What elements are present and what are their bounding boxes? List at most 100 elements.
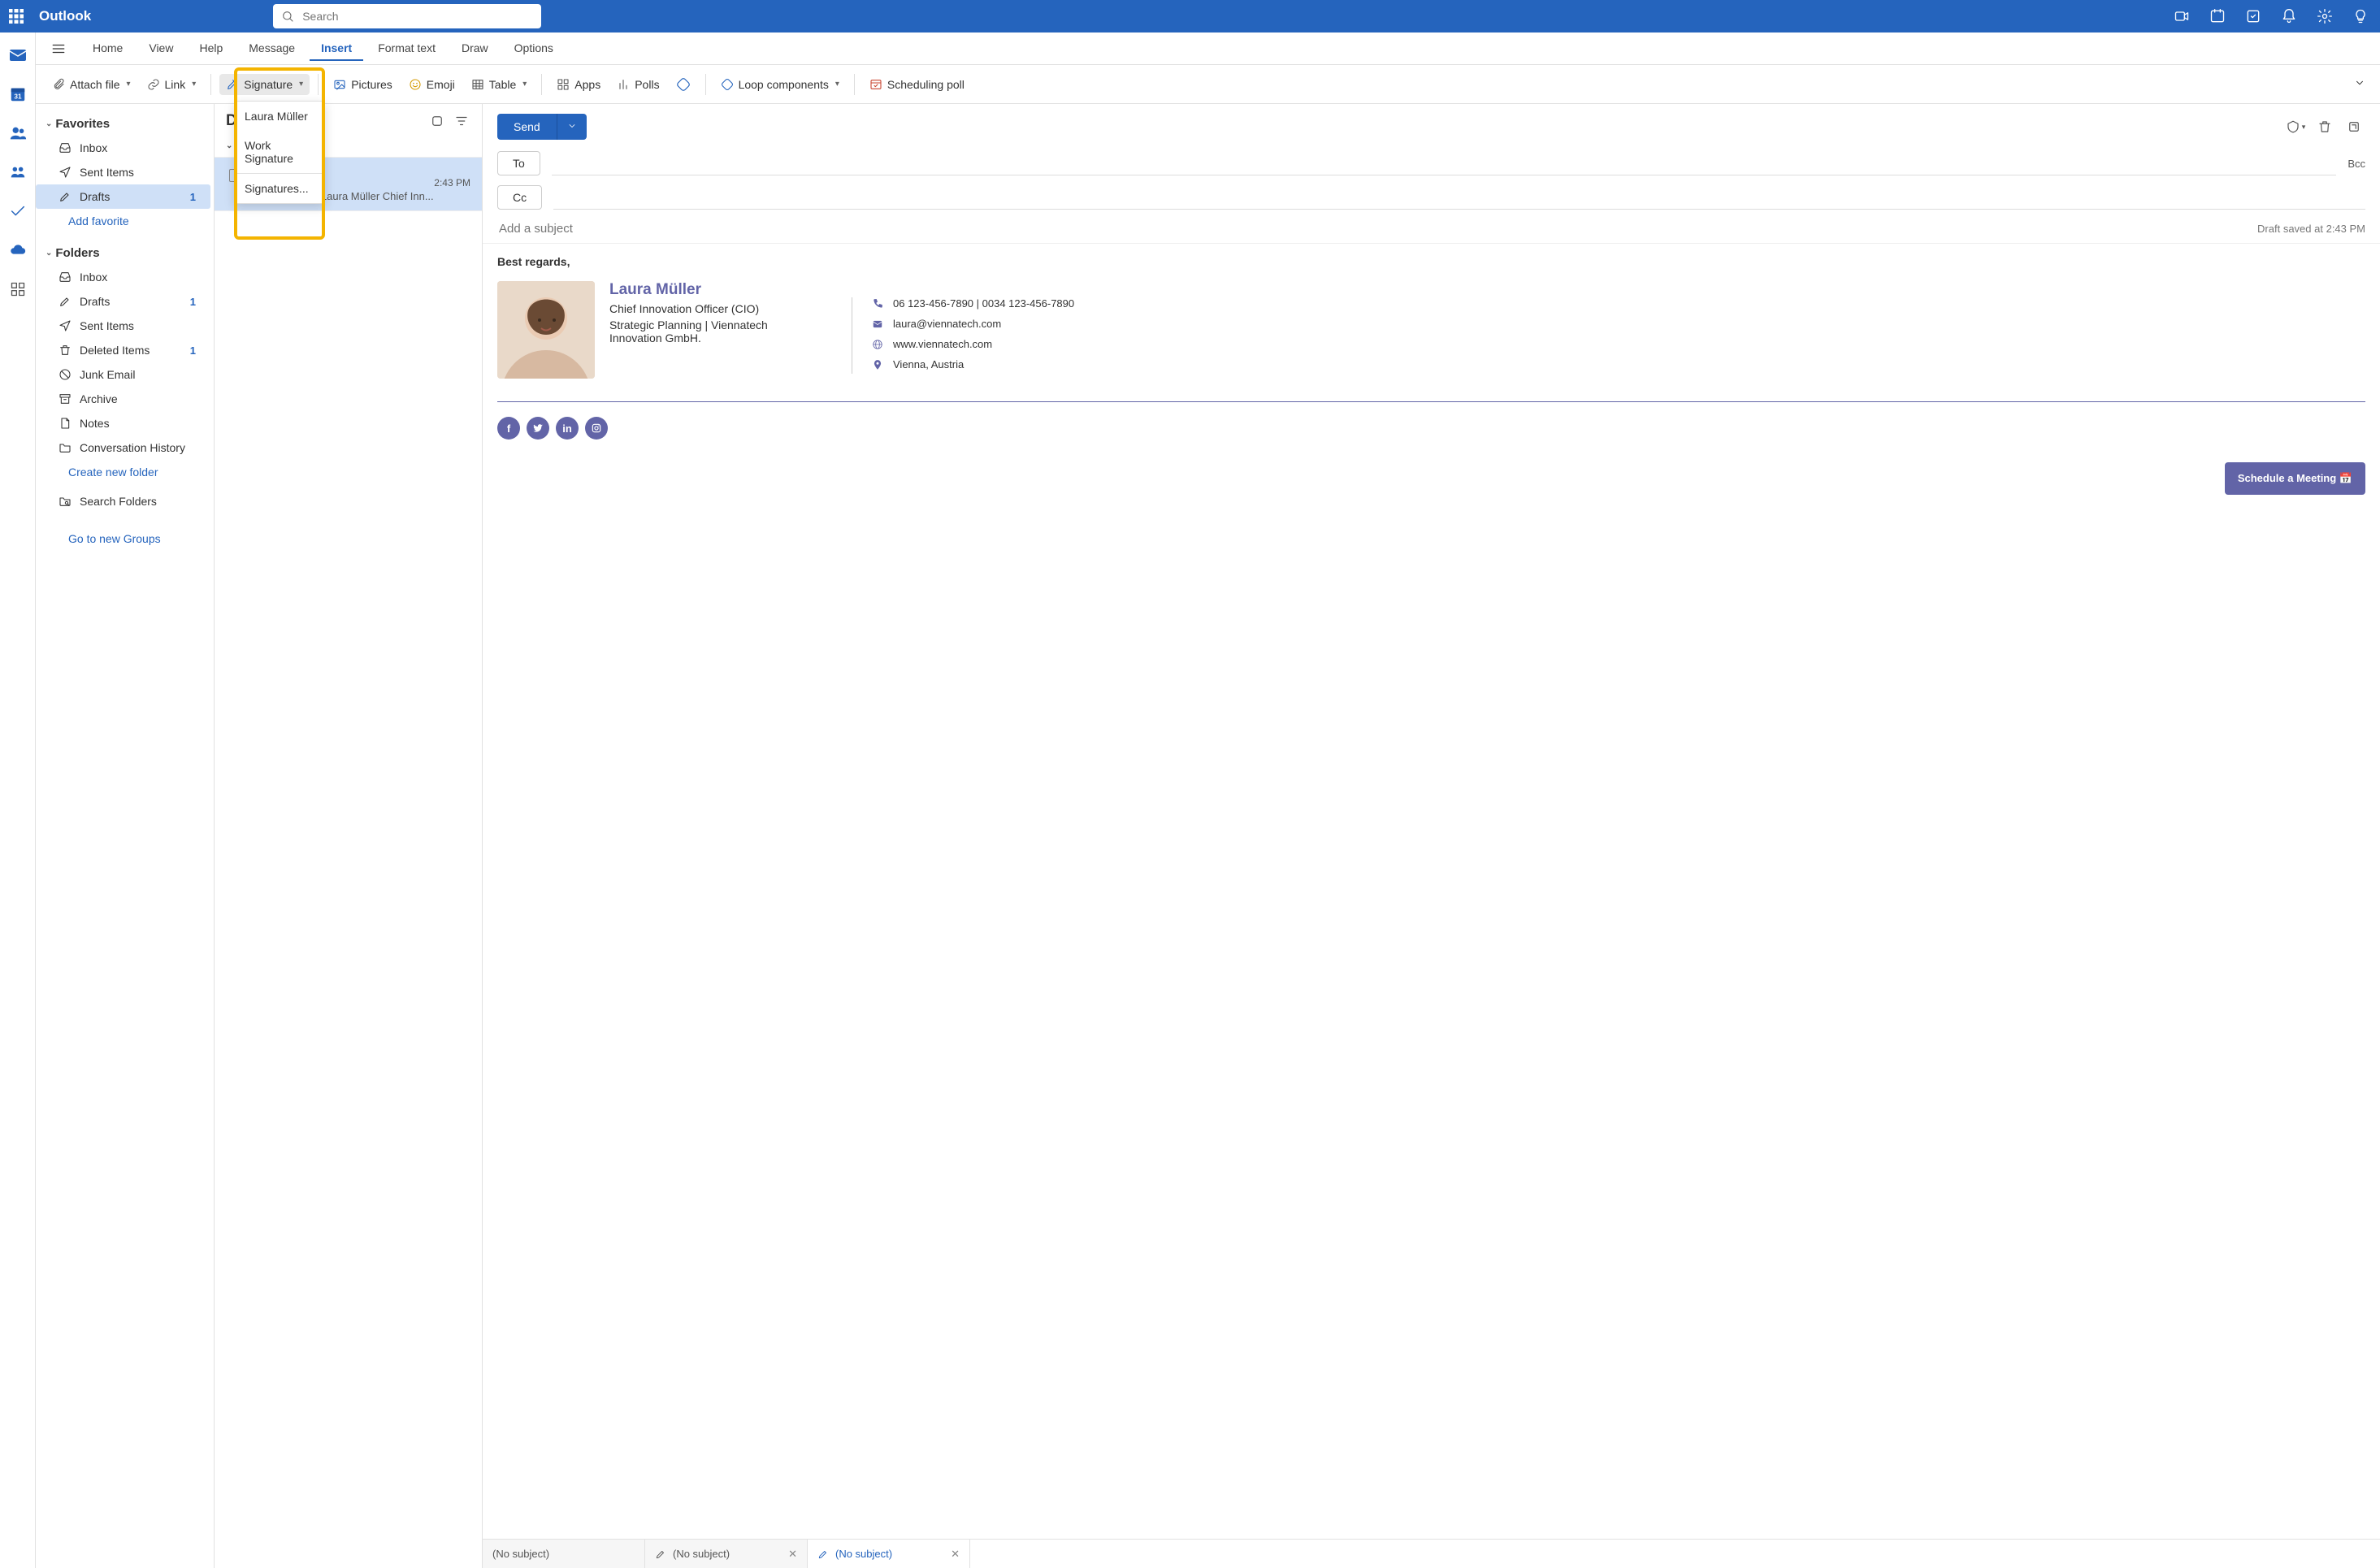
teams-call-icon[interactable] <box>2165 0 2198 32</box>
tab-help[interactable]: Help <box>188 37 234 61</box>
loop-icon-button[interactable] <box>670 73 697 96</box>
draft-tab-1[interactable]: (No subject) <box>483 1540 645 1568</box>
bcc-link[interactable]: Bcc <box>2347 158 2365 170</box>
tab-insert[interactable]: Insert <box>310 37 363 61</box>
folder-search-folders[interactable]: Search Folders <box>36 489 210 513</box>
delete-draft-icon[interactable] <box>2313 115 2336 138</box>
my-day-icon[interactable] <box>2237 0 2269 32</box>
hamburger-icon[interactable] <box>46 36 72 62</box>
to-input[interactable] <box>552 152 2337 175</box>
meet-now-icon[interactable] <box>2201 0 2234 32</box>
signature-email: laura@viennatech.com <box>893 318 1001 330</box>
loop-components-button[interactable]: Loop components▾ <box>714 74 846 95</box>
tab-home[interactable]: Home <box>81 37 134 61</box>
globe-icon <box>872 339 885 352</box>
attach-file-button[interactable]: Attach file▾ <box>46 74 137 95</box>
onedrive-app-icon[interactable] <box>8 240 28 260</box>
linkedin-icon[interactable]: in <box>556 417 579 440</box>
signature-manage-option[interactable]: Signatures... <box>235 174 324 203</box>
send-options-button[interactable] <box>557 114 587 140</box>
signature-option-1[interactable]: Laura Müller <box>235 102 324 131</box>
draft-tab-2[interactable]: (No subject) ✕ <box>645 1540 808 1568</box>
schedule-meeting-button[interactable]: Schedule a Meeting 📅 <box>2225 462 2365 495</box>
to-button[interactable]: To <box>497 151 540 175</box>
notes-icon <box>59 417 72 430</box>
signature-location: Vienna, Austria <box>893 358 964 370</box>
fav-inbox[interactable]: Inbox <box>36 136 210 160</box>
fav-drafts[interactable]: Drafts 1 <box>36 184 210 209</box>
signature-option-2[interactable]: Work Signature <box>235 131 324 173</box>
cc-button[interactable]: Cc <box>497 185 542 210</box>
phone-icon <box>872 298 885 311</box>
encryption-icon[interactable]: ▾ <box>2284 115 2307 138</box>
tab-draw[interactable]: Draw <box>450 37 500 61</box>
draft-tabs: (No subject) (No subject) ✕ (No subject)… <box>483 1539 2380 1568</box>
inbox-icon <box>59 141 72 154</box>
favorites-header[interactable]: ⌄Favorites <box>36 112 210 136</box>
email-signature: Laura Müller Chief Innovation Officer (C… <box>497 281 2365 379</box>
folder-inbox[interactable]: Inbox <box>36 265 210 289</box>
ribbon-collapse-icon[interactable] <box>2349 72 2370 96</box>
select-all-icon[interactable] <box>428 112 446 130</box>
greeting-text: Best regards, <box>497 255 2365 268</box>
social-icons: f in <box>497 417 2365 440</box>
folder-sent-items[interactable]: Sent Items <box>36 314 210 338</box>
folder-drafts[interactable]: Drafts 1 <box>36 289 210 314</box>
send-button[interactable]: Send <box>497 114 557 140</box>
app-launcher-icon[interactable] <box>3 3 29 29</box>
create-folder-link[interactable]: Create new folder <box>36 460 210 484</box>
folder-deleted-items[interactable]: Deleted Items 1 <box>36 338 210 362</box>
settings-icon[interactable] <box>2308 0 2341 32</box>
draft-tab-3[interactable]: (No subject) ✕ <box>808 1540 970 1568</box>
add-favorite-link[interactable]: Add favorite <box>36 209 210 233</box>
junk-icon <box>59 368 72 381</box>
archive-icon <box>59 392 72 405</box>
pictures-button[interactable]: Pictures <box>327 74 399 95</box>
tab-message[interactable]: Message <box>237 37 306 61</box>
fav-sent-items[interactable]: Sent Items <box>36 160 210 184</box>
new-groups-link[interactable]: Go to new Groups <box>36 526 210 551</box>
signature-button[interactable]: Signature▾ <box>219 74 310 95</box>
email-icon <box>872 318 885 331</box>
compose-body[interactable]: Best regards, Laura Müller Chief Innovat… <box>483 244 2380 1539</box>
table-button[interactable]: Table▾ <box>465 74 534 95</box>
folder-junk-email[interactable]: Junk Email <box>36 362 210 387</box>
tab-options[interactable]: Options <box>503 37 565 61</box>
todo-app-icon[interactable] <box>8 201 28 221</box>
folder-conversation-history[interactable]: Conversation History <box>36 435 210 460</box>
polls-button[interactable]: Polls <box>610 74 665 95</box>
popout-icon[interactable] <box>2343 115 2365 138</box>
notifications-icon[interactable] <box>2273 0 2305 32</box>
brand-label: Outlook <box>39 8 91 24</box>
filter-icon[interactable] <box>453 112 470 130</box>
more-apps-icon[interactable] <box>8 279 28 299</box>
location-icon <box>872 359 885 372</box>
tips-icon[interactable] <box>2344 0 2377 32</box>
draft-saved-label: Draft saved at 2:43 PM <box>2257 223 2365 235</box>
cc-input[interactable] <box>553 186 2365 210</box>
instagram-icon[interactable] <box>585 417 608 440</box>
search-box[interactable] <box>273 4 541 28</box>
folder-archive[interactable]: Archive <box>36 387 210 411</box>
apps-button[interactable]: Apps <box>550 74 607 95</box>
tab-format-text[interactable]: Format text <box>366 37 447 61</box>
signature-web: www.viennatech.com <box>893 338 992 350</box>
tab-view[interactable]: View <box>137 37 184 61</box>
people-app-icon[interactable] <box>8 123 28 143</box>
link-button[interactable]: Link▾ <box>141 74 203 95</box>
groups-app-icon[interactable] <box>8 162 28 182</box>
close-icon[interactable]: ✕ <box>951 1548 960 1561</box>
facebook-icon[interactable]: f <box>497 417 520 440</box>
calendar-app-icon[interactable]: 31 <box>8 84 28 104</box>
search-input[interactable] <box>301 9 533 24</box>
emoji-button[interactable]: Emoji <box>402 74 462 95</box>
folder-notes[interactable]: Notes <box>36 411 210 435</box>
folders-header[interactable]: ⌄Folders <box>36 241 210 265</box>
folder-nav: ⌄Favorites Inbox Sent Items Drafts 1 Add… <box>36 104 215 1568</box>
sent-icon <box>59 319 72 332</box>
close-icon[interactable]: ✕ <box>788 1548 797 1561</box>
mail-app-icon[interactable] <box>8 45 28 65</box>
twitter-icon[interactable] <box>527 417 549 440</box>
scheduling-poll-button[interactable]: Scheduling poll <box>863 74 971 95</box>
subject-input[interactable] <box>497 221 2246 236</box>
